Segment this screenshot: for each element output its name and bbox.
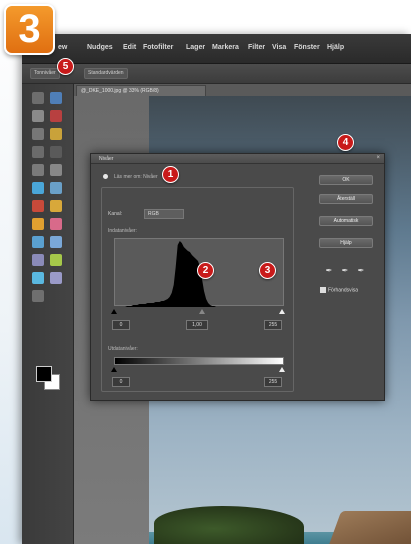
midtone-handle[interactable] — [199, 309, 205, 314]
preview-checkbox[interactable]: Förhandsvisa — [320, 287, 358, 293]
white-eyedropper-icon[interactable]: ✒ — [356, 266, 366, 276]
auto-button[interactable]: Automatisk — [319, 216, 373, 226]
reset-button[interactable]: Återställ — [319, 194, 373, 204]
preview-label: Förhandsvisa — [328, 287, 359, 294]
menu-item-adjust[interactable]: Nudges — [87, 44, 113, 51]
help-button[interactable]: Hjälp — [319, 238, 373, 248]
lightbulb-icon — [103, 174, 108, 180]
menu-item-filter[interactable]: Filter — [248, 44, 265, 51]
photoshop-elements-window: ew Nudges Edit Fotofilter Lager Markera … — [22, 34, 411, 544]
blur-tool-icon[interactable] — [50, 254, 62, 266]
input-white-field[interactable]: 255 — [264, 320, 282, 330]
gray-eyedropper-icon[interactable]: ✒ — [340, 266, 350, 276]
shape-tool-icon[interactable] — [32, 254, 44, 266]
menu-item-edit[interactable]: Edit — [123, 44, 136, 51]
type-tool-icon[interactable] — [32, 164, 44, 176]
spot-healing-tool-icon[interactable] — [50, 182, 62, 194]
red-eye-tool-icon[interactable] — [32, 182, 44, 194]
black-eyedropper-icon[interactable]: ✒ — [324, 266, 334, 276]
options-defaults-button[interactable]: Standardvärden — [84, 68, 128, 79]
paint-bucket-tool-icon[interactable] — [32, 236, 44, 248]
brush-tool-icon[interactable] — [50, 218, 62, 230]
ok-button[interactable]: OK — [319, 175, 373, 185]
menu-item-view-2[interactable]: Visa — [272, 44, 286, 51]
lasso-tool-icon[interactable] — [50, 128, 62, 140]
menu-item-window[interactable]: Fönster — [294, 44, 320, 51]
selection-brush-tool-icon[interactable] — [50, 146, 62, 158]
eraser-tool-icon[interactable] — [32, 218, 44, 230]
toolbox — [22, 84, 74, 544]
output-gradient — [114, 357, 284, 365]
dialog-title: Nivåer — [99, 156, 114, 162]
photo-boat — [326, 511, 411, 544]
output-levels-label: Utdatanivåer: — [108, 346, 138, 352]
input-gray-field[interactable]: 1,00 — [186, 320, 208, 330]
output-white-field[interactable]: 255 — [264, 377, 282, 387]
move-tool-icon[interactable] — [32, 92, 44, 104]
magic-wand-tool-icon[interactable] — [32, 146, 44, 158]
menu-bar: ew Nudges Edit Fotofilter Lager Markera … — [22, 34, 411, 64]
menu-item-photo-filter[interactable]: Fotofilter — [143, 44, 173, 51]
clone-stamp-tool-icon[interactable] — [32, 200, 44, 212]
menu-item-layer[interactable]: Lager — [186, 44, 205, 51]
callout-marker-3: 3 — [259, 262, 276, 279]
sponge-tool-icon[interactable] — [32, 272, 44, 284]
input-levels-label: Indatanivåer: — [108, 228, 137, 234]
output-white-handle[interactable] — [279, 367, 285, 372]
foreground-color-swatch[interactable] — [36, 366, 52, 382]
gradient-tool-icon[interactable] — [50, 236, 62, 248]
callout-marker-2: 2 — [197, 262, 214, 279]
output-black-handle[interactable] — [111, 367, 117, 372]
input-slider[interactable] — [111, 309, 285, 314]
help-link-text: Läs mer om: Nivåer — [114, 174, 158, 180]
dialog-titlebar[interactable]: Nivåer × — [91, 154, 384, 164]
options-bar: Tonnivåer Standardvärden — [22, 64, 411, 84]
smudge-tool-icon[interactable] — [50, 272, 62, 284]
hand-tool-icon[interactable] — [32, 110, 44, 122]
white-point-handle[interactable] — [279, 309, 285, 314]
output-black-field[interactable]: 0 — [112, 377, 130, 387]
step-number-badge: 3 — [4, 4, 55, 55]
levels-dialog: Nivåer × Läs mer om: Nivåer Kanal: RGB I… — [90, 153, 385, 401]
options-preset-button[interactable]: Tonnivåer — [30, 68, 60, 79]
pencil-tool-icon[interactable] — [50, 200, 62, 212]
menu-item-select[interactable]: Markera — [212, 44, 239, 51]
callout-marker-1: 1 — [162, 166, 179, 183]
marquee-tool-icon[interactable] — [32, 128, 44, 140]
checkbox-checked-icon[interactable] — [320, 287, 326, 293]
eyedropper-tool-icon[interactable] — [50, 110, 62, 122]
cookie-cutter-tool-icon[interactable] — [32, 290, 44, 302]
levels-panel: Kanal: RGB Indatanivåer: 0 1,00 255 Utda… — [101, 187, 294, 392]
document-tab[interactable]: @_DKE_1000.jpg @ 33% (RGB/8) — [76, 85, 206, 96]
close-icon[interactable]: × — [376, 155, 380, 161]
output-slider[interactable] — [111, 367, 285, 372]
callout-marker-5: 5 — [57, 58, 74, 75]
menu-item-view[interactable]: ew — [58, 44, 67, 51]
channel-label: Kanal: — [108, 211, 123, 217]
black-point-handle[interactable] — [111, 309, 117, 314]
zoom-tool-icon[interactable] — [50, 92, 62, 104]
callout-marker-4: 4 — [337, 134, 354, 151]
help-link[interactable]: Läs mer om: Nivåer — [103, 174, 158, 180]
input-black-field[interactable]: 0 — [112, 320, 130, 330]
menu-item-help[interactable]: Hjälp — [327, 44, 344, 51]
photo-island — [154, 506, 304, 544]
crop-tool-icon[interactable] — [50, 164, 62, 176]
channel-select[interactable]: RGB — [144, 209, 184, 219]
